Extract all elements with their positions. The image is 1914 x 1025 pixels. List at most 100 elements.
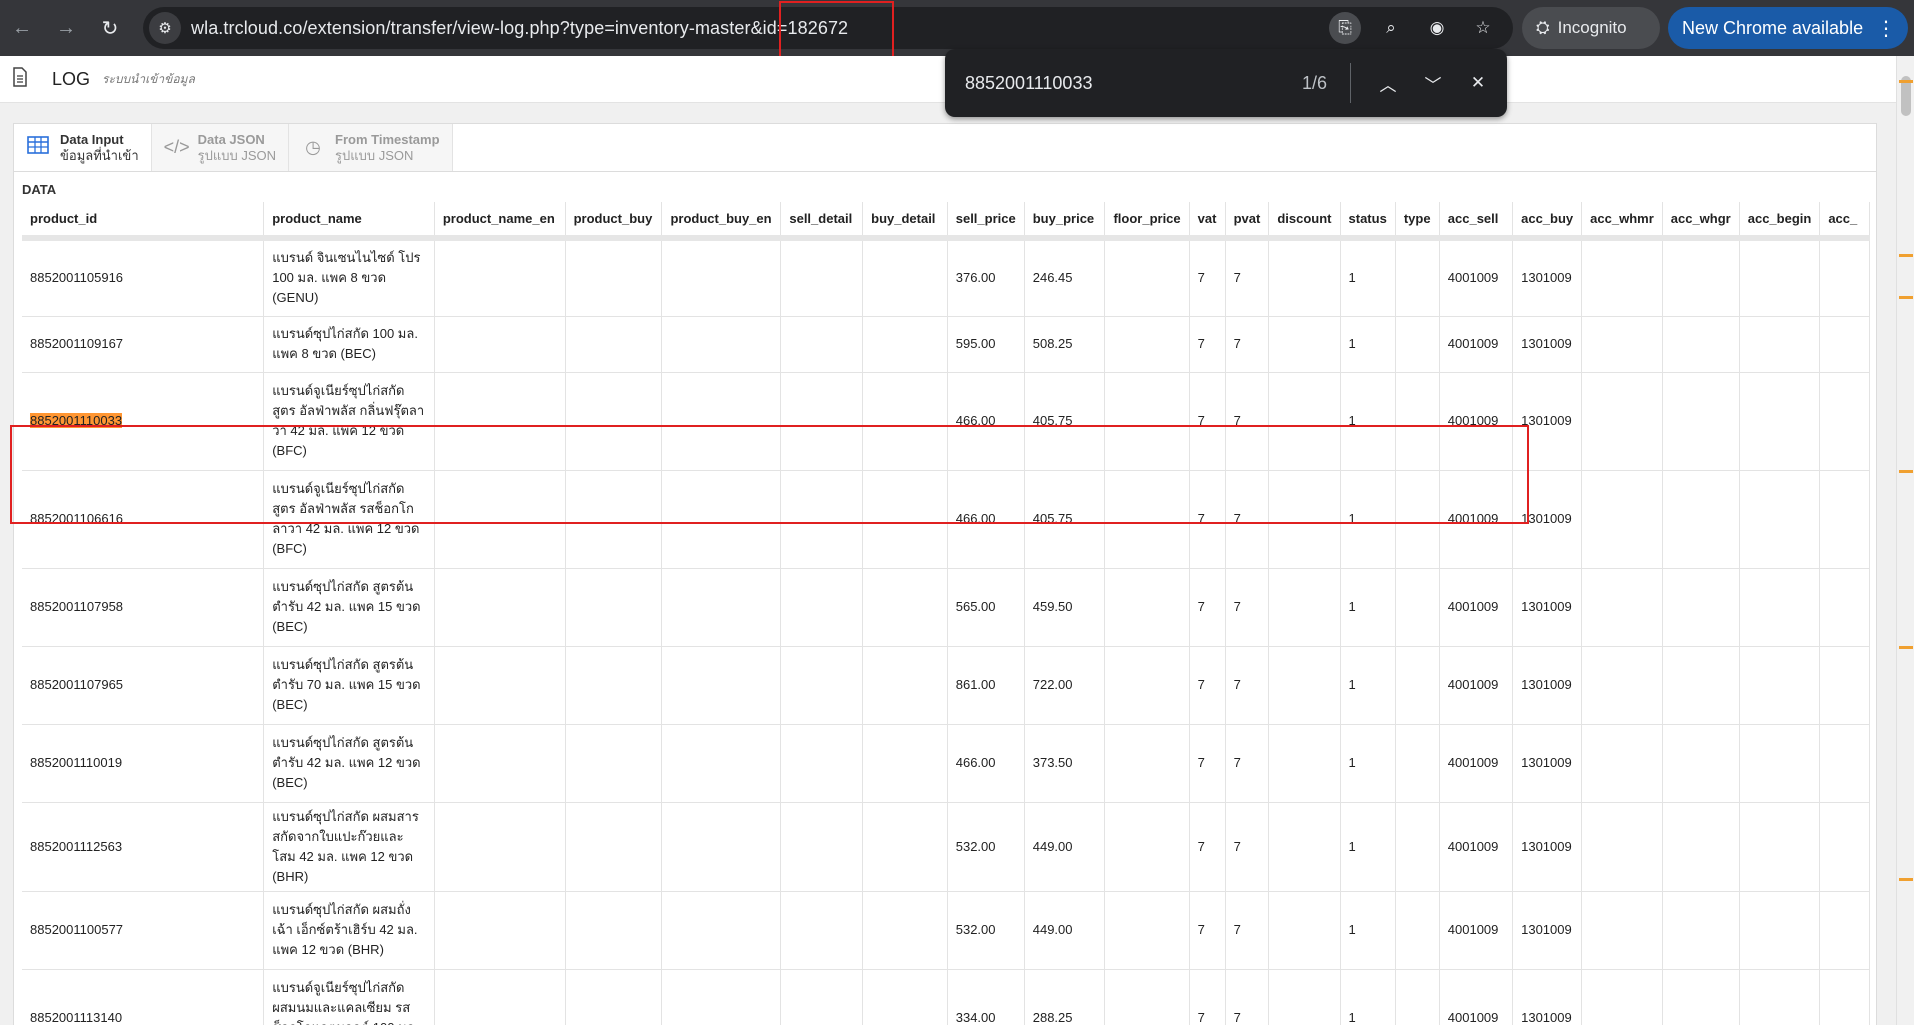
cell-status: 1 (1340, 470, 1396, 569)
cell-product-name: แบรนด์จูเนียร์ซุปไก่สกัด สูตร อัลฟ่าพลัส… (263, 470, 435, 569)
cell-buy-price: 449.00 (1024, 891, 1106, 970)
cell-acc-whgr (1662, 372, 1740, 471)
find-next-icon[interactable]: ﹀ (1418, 68, 1448, 98)
find-match-marker (1899, 878, 1913, 881)
clock-icon: ◷ (305, 137, 321, 157)
reload-icon[interactable]: ↻ (93, 11, 127, 45)
cell-product-buy-en (661, 891, 782, 970)
cell-product-name: แบรนด์จูเนียร์ซุปไก่สกัดผสมนมและแคลเซียม… (263, 969, 435, 1025)
url-id-highlight (779, 1, 894, 59)
table-row[interactable]: 8852001110019 แบรนด์ซุปไก่สกัด สูตรต้นตำร… (22, 724, 1870, 803)
cell-sell-price: 466.00 (947, 470, 1025, 569)
table-row[interactable]: 8852001110033 แบรนด์จูเนียร์ซุปไก่สกัด สู… (22, 372, 1870, 471)
tab-data-input[interactable]: Data Input ข้อมูลที่นำเข้า (14, 124, 152, 171)
incognito-chip[interactable]: ⛭ Incognito (1522, 7, 1660, 49)
cell-status: 1 (1340, 238, 1396, 317)
more-icon[interactable]: ⋮ (1876, 16, 1896, 41)
cell-sell-price: 466.00 (947, 372, 1025, 471)
close-icon[interactable]: ✕ (1463, 68, 1493, 98)
tab-from-timestamp[interactable]: ◷ From Timestamp รูปแบบ JSON (289, 124, 453, 171)
site-info-icon[interactable]: ⚙ (149, 12, 181, 44)
find-input[interactable]: 8852001110033 (965, 73, 1265, 94)
cell-acc-sell: 4001009 (1439, 568, 1514, 647)
cell-sell-price: 861.00 (947, 646, 1025, 725)
column-header-acc-whgr: acc_whgr (1662, 202, 1740, 241)
find-previous-icon[interactable]: ︿ (1373, 68, 1403, 98)
incognito-icon: ⛭ (1536, 18, 1550, 37)
cell-discount (1268, 568, 1341, 647)
cell-discount (1268, 646, 1341, 725)
tab-bar: Data Input ข้อมูลที่นำเข้า </> Data JSON… (14, 124, 1876, 172)
table-row[interactable]: 8852001106616 แบรนด์จูเนียร์ซุปไก่สกัด สู… (22, 470, 1870, 569)
find-page-icon[interactable]: ⎘ (1329, 12, 1361, 44)
cell-type (1395, 802, 1440, 892)
cell-status: 1 (1340, 969, 1396, 1025)
tab-data-json[interactable]: </> Data JSON รูปแบบ JSON (151, 124, 290, 171)
cell-sell-detail (780, 238, 864, 317)
table-row[interactable]: 8852001105916 แบรนด์ จินเซนไนไซด์ โปร 100… (22, 238, 1870, 317)
table-row[interactable]: 8852001107958 แบรนด์ซุปไก่สกัด สูตรต้นตำร… (22, 568, 1870, 647)
page-scrollbar[interactable] (1896, 56, 1914, 1025)
table-row[interactable]: 8852001109167 แบรนด์ซุปไก่สกัด 100 มล. แพ… (22, 316, 1870, 373)
cell-acc-whgr (1662, 646, 1740, 725)
cell-product-name: แบรนด์จูเนียร์ซุปไก่สกัด สูตร อัลฟ่าพลัส… (263, 372, 435, 471)
cell-product-buy (565, 891, 663, 970)
table-row[interactable]: 8852001113140 แบรนด์จูเนียร์ซุปไก่สกัดผสม… (22, 969, 1870, 1025)
cell-product-buy (565, 470, 663, 569)
tab-label: From Timestamp (335, 131, 440, 147)
star-icon[interactable]: ☆ (1467, 12, 1499, 44)
cell-sell-detail (780, 568, 864, 647)
cell-product-buy-en (661, 802, 782, 892)
cell-acc-buy: 1301009 (1512, 891, 1583, 970)
cell-vat: 7 (1189, 316, 1226, 373)
table-row[interactable]: 8852001100577 แบรนด์ซุปไก่สกัด ผสมถั่งเฉ้… (22, 891, 1870, 970)
cell-acc-whgr (1662, 802, 1740, 892)
column-header-vat: vat (1189, 202, 1226, 241)
column-header-buy-price: buy_price (1024, 202, 1106, 241)
cell-product-buy (565, 724, 663, 803)
cell-floor-price (1104, 724, 1190, 803)
cell-product-buy-en (661, 470, 782, 569)
page-subtitle: ระบบนำเข้าข้อมูล (102, 71, 195, 86)
data-table-container[interactable]: product_id product_name product_name_en pro… (22, 202, 1870, 1025)
table-row[interactable]: 8852001112563 แบรนด์ซุปไก่สกัด ผสมสารสกัด… (22, 802, 1870, 892)
zoom-icon[interactable]: ⌕ (1375, 12, 1407, 44)
cell-pvat: 7 (1225, 802, 1270, 892)
cell-product-id: 8852001112563 (22, 802, 265, 892)
cell-product-buy-en (661, 316, 782, 373)
cell-buy-detail (862, 470, 948, 569)
cell-sell-detail (780, 802, 864, 892)
cell-buy-detail (862, 724, 948, 803)
cell-buy-price: 449.00 (1024, 802, 1106, 892)
cell-acc-begin (1739, 802, 1821, 892)
update-chrome-button[interactable]: New Chrome available ⋮ (1668, 7, 1908, 49)
cell-product-buy-en (661, 568, 782, 647)
cell-buy-price: 373.50 (1024, 724, 1106, 803)
cell-floor-price (1104, 891, 1190, 970)
column-header-product-name: product_name (263, 202, 435, 241)
find-match-count: 1/6 (1302, 72, 1328, 93)
cell-vat: 7 (1189, 372, 1226, 471)
forward-icon[interactable]: → (49, 11, 83, 45)
cell-acc-whgr (1662, 470, 1740, 569)
url-text[interactable]: wla.trcloud.co/extension/transfer/view-l… (191, 18, 848, 39)
cell-acc-buy: 1301009 (1512, 802, 1583, 892)
cell-acc-buy: 1301009 (1512, 238, 1583, 317)
cell-product-id: 8852001107958 (22, 568, 265, 647)
column-header-buy-detail: buy_detail (862, 202, 948, 241)
cell-acc-whmr (1581, 802, 1663, 892)
eye-off-icon[interactable]: ◉ (1421, 12, 1453, 44)
column-header-product-name-en: product_name_en (434, 202, 566, 241)
cell-acc-buy: 1301009 (1512, 372, 1583, 471)
back-icon[interactable]: ← (5, 11, 39, 45)
column-header-sell-detail: sell_detail (780, 202, 864, 241)
cell-acc-whmr (1581, 372, 1663, 471)
cell-product-name: แบรนด์ซุปไก่สกัด สูตรต้นตำรับ 42 มล. แพค… (263, 724, 435, 803)
column-header-product-buy-en: product_buy_en (661, 202, 782, 241)
cell-acc-buy: 1301009 (1512, 969, 1583, 1025)
cell-floor-price (1104, 372, 1190, 471)
cell-product-id: 8852001109167 (22, 316, 265, 373)
table-header-row: product_id product_name product_name_en pro… (22, 202, 1870, 241)
table-row[interactable]: 8852001107965 แบรนด์ซุปไก่สกัด สูตรต้นตำร… (22, 646, 1870, 725)
cell-acc-whgr (1662, 316, 1740, 373)
